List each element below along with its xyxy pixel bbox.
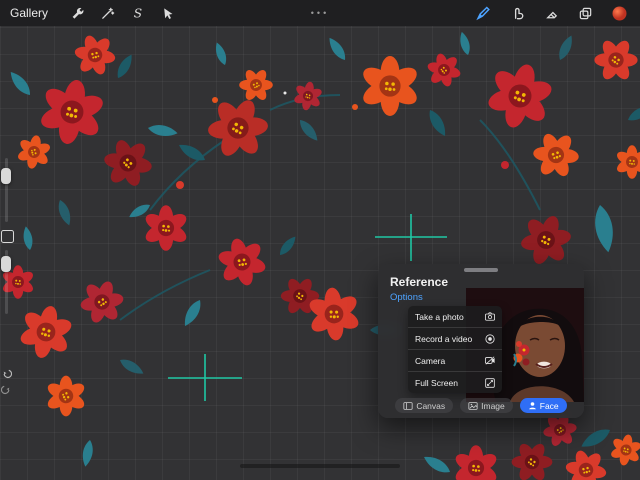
menu-item-full-screen[interactable]: Full Screen [408,372,502,393]
home-indicator[interactable] [240,464,400,468]
svg-text:S: S [133,6,141,20]
tool-sidebar [0,158,16,408]
layers-icon[interactable] [574,3,596,23]
reference-tab-bar: Canvas Image Face [378,398,584,413]
wrench-icon[interactable] [66,3,88,23]
color-swatch-icon[interactable] [608,3,630,23]
fullscreen-icon [485,378,495,388]
selection-icon[interactable]: S [126,3,148,23]
adjustments-wand-icon[interactable] [96,3,118,23]
gallery-button[interactable]: Gallery [10,6,48,20]
camera-icon [485,312,495,321]
tab-canvas[interactable]: Canvas [395,398,453,413]
paint-brush-icon[interactable] [472,3,494,23]
brush-size-handle[interactable] [1,168,11,184]
redo-button[interactable] [1,382,12,400]
menu-item-camera[interactable]: Camera [408,350,502,372]
modify-button[interactable] [1,230,14,243]
options-link[interactable]: Options [390,292,423,303]
reference-options-menu: Take a photo Record a video Camera Full … [408,306,502,393]
tab-image[interactable]: Image [460,398,513,413]
panel-title: Reference [390,275,448,289]
menu-item-record-video[interactable]: Record a video [408,328,502,350]
image-tab-icon [468,402,478,410]
reference-panel: Reference Options [378,264,584,418]
top-toolbar: Gallery S ••• [0,0,640,26]
panel-drag-handle[interactable] [464,268,498,272]
canvas-drag-handle[interactable]: ••• [311,0,329,26]
record-video-icon [485,334,495,344]
eraser-icon[interactable] [540,3,562,23]
transform-arrow-icon[interactable] [156,3,178,23]
canvas-tab-icon [403,402,413,410]
menu-item-take-photo[interactable]: Take a photo [408,306,502,328]
camera-toggle-icon [485,356,495,365]
smudge-finger-icon[interactable] [506,3,528,23]
tab-face[interactable]: Face [520,398,567,413]
face-tab-icon [528,401,537,410]
opacity-handle[interactable] [1,256,11,272]
